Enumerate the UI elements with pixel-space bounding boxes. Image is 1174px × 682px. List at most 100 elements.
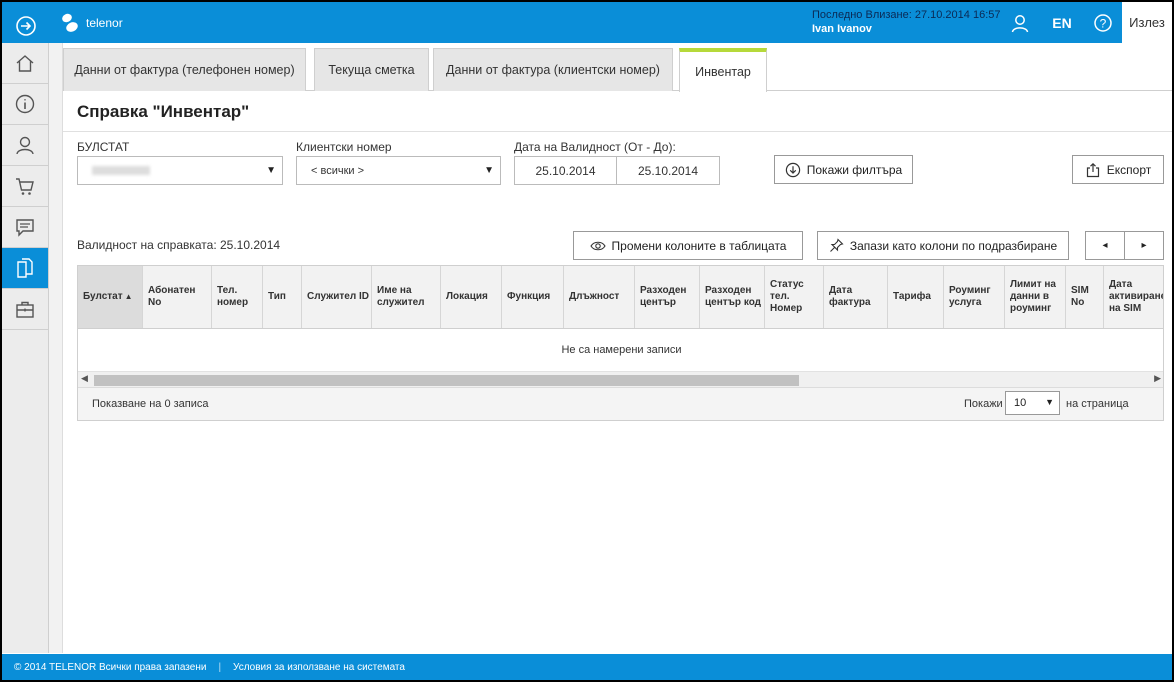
documents-icon <box>17 258 33 278</box>
empty-table-message: Не са намерени записи <box>561 344 682 356</box>
column-header[interactable]: Тарифа <box>888 266 944 328</box>
terms-link[interactable]: Условия за използване на системата <box>233 662 405 673</box>
sidebar-item-users[interactable] <box>2 125 48 166</box>
export-label: Експорт <box>1106 162 1152 177</box>
language-button[interactable]: EN <box>1042 2 1082 43</box>
user-name[interactable]: Ivan Ivanov <box>812 22 1001 36</box>
collapse-menu-button[interactable] <box>8 8 44 44</box>
column-header[interactable]: Абонатен No <box>143 266 212 328</box>
show-filter-label: Покажи филтъра <box>806 162 903 177</box>
tab-invoice-phone[interactable]: Данни от фактура (телефонен номер) <box>63 48 306 91</box>
pin-icon <box>829 238 844 252</box>
logout-button[interactable]: Излез <box>1122 2 1172 43</box>
column-header[interactable]: Разходен център код <box>700 266 765 328</box>
app-window: telenor Последно Влизане: 27.10.2014 16:… <box>2 2 1172 680</box>
chevron-down-icon: ▼ <box>1045 397 1054 407</box>
telenor-logo: telenor <box>60 12 123 34</box>
table-footer: Показване на 0 записа Покажи 10 ▼ на стр… <box>78 387 1163 420</box>
last-login: Последно Влизане: 27.10.2014 16:57 <box>812 9 1001 21</box>
tab-bar: Данни от фактура (телефонен номер) Текущ… <box>63 48 1172 92</box>
column-header[interactable]: Роуминг услуга <box>944 266 1005 328</box>
horizontal-scrollbar[interactable]: ◀ ▶ <box>78 371 1163 387</box>
help-icon: ? <box>1094 13 1112 32</box>
show-label: Покажи <box>964 398 1003 410</box>
column-header[interactable]: Дата активиране на SIM <box>1104 266 1163 328</box>
column-header[interactable]: Лимит на данни в роуминг <box>1005 266 1066 328</box>
tab-invoice-client[interactable]: Данни от фактура (клиентски номер) <box>433 48 673 91</box>
date-to-field[interactable]: 25.10.2014 <box>616 156 720 185</box>
help-button[interactable]: ? <box>1084 2 1122 43</box>
info-icon <box>15 94 35 114</box>
change-columns-button[interactable]: Промени колоните в таблицата <box>573 231 803 260</box>
divider <box>63 131 1172 132</box>
validity-date-label: Дата на Валидност (От - До): <box>514 140 676 154</box>
cart-icon <box>16 178 34 195</box>
client-number-select[interactable]: < всички > ▼ <box>296 156 501 185</box>
copyright: © 2014 TELENOR Всички права запазени <box>14 661 207 673</box>
column-header[interactable]: Разходен център <box>635 266 700 328</box>
bulstat-select[interactable]: ▼ <box>77 156 283 185</box>
page-size-value: 10 <box>1014 397 1027 409</box>
profile-button[interactable] <box>1001 2 1039 43</box>
redacted-value <box>92 166 150 175</box>
column-header[interactable]: Тип <box>263 266 302 328</box>
home-icon <box>16 55 34 72</box>
sidebar-item-shop[interactable] <box>2 166 48 207</box>
telenor-propeller-icon <box>62 13 78 32</box>
column-header[interactable]: Длъжност <box>564 266 635 328</box>
show-filter-button[interactable]: Покажи филтъра <box>774 155 913 184</box>
save-default-columns-label: Запази като колони по подразбиране <box>849 238 1058 253</box>
briefcase-icon <box>16 301 34 318</box>
column-header-bulstat[interactable]: Булстат ▲ <box>78 266 143 328</box>
client-number-value: < всички > <box>311 164 365 177</box>
user-icon <box>1011 14 1029 32</box>
sidebar-item-business[interactable] <box>2 289 48 330</box>
share-icon <box>1086 162 1099 177</box>
scroll-right-button[interactable]: ▸ <box>1124 231 1164 260</box>
scroll-left-arrow-icon[interactable]: ◀ <box>81 373 88 384</box>
tab-current-account[interactable]: Текуща сметка <box>314 48 429 91</box>
column-header[interactable]: Дата фактура <box>824 266 888 328</box>
save-default-columns-button[interactable]: Запази като колони по подразбиране <box>817 231 1069 260</box>
per-page-label: на страница <box>1066 398 1129 410</box>
sidebar-item-home[interactable] <box>2 43 48 84</box>
scrollbar-thumb[interactable] <box>94 375 799 386</box>
footer-divider: | <box>218 661 222 673</box>
login-info: Последно Влизане: 27.10.2014 16:57 Ivan … <box>812 8 1001 36</box>
inventory-table: Булстат ▲ Абонатен No Тел. номер Тип Слу… <box>77 265 1164 421</box>
brand-name: telenor <box>86 16 123 30</box>
change-columns-label: Промени колоните в таблицата <box>611 238 787 253</box>
chat-icon <box>16 219 34 237</box>
column-header[interactable]: SIM No <box>1066 266 1104 328</box>
scroll-right-arrow-icon[interactable]: ▶ <box>1154 373 1161 384</box>
column-header[interactable]: Локация <box>441 266 502 328</box>
sort-icon: ▲ <box>124 292 133 301</box>
records-count: Показване на 0 записа <box>92 398 209 410</box>
svg-text:?: ? <box>1100 16 1107 30</box>
export-button[interactable]: Експорт <box>1072 155 1164 184</box>
arrow-down-circle-icon <box>785 162 800 177</box>
sidebar-item-messages[interactable] <box>2 207 48 248</box>
bulstat-label: БУЛСТАТ <box>77 140 130 154</box>
date-from-field[interactable]: 25.10.2014 <box>514 156 617 185</box>
column-header-label: Булстат <box>83 291 123 302</box>
footer: © 2014 TELENOR Всички права запазени | У… <box>2 654 1172 680</box>
user-icon <box>16 136 34 155</box>
eye-icon <box>589 241 606 250</box>
scroll-left-button[interactable]: ◂ <box>1085 231 1125 260</box>
main-content: Данни от фактура (телефонен номер) Текущ… <box>63 43 1172 653</box>
sidebar-item-info[interactable] <box>2 84 48 125</box>
column-header[interactable]: Име на служител <box>372 266 441 328</box>
sidebar-gutter <box>49 43 63 653</box>
top-bar: telenor Последно Влизане: 27.10.2014 16:… <box>2 2 1172 43</box>
sidebar-item-reports[interactable] <box>2 248 48 289</box>
tab-inventory[interactable]: Инвентар <box>679 48 767 92</box>
page-size-select[interactable]: 10 ▼ <box>1005 391 1060 415</box>
page-title: Справка "Инвентар" <box>77 102 250 121</box>
column-header[interactable]: Функция <box>502 266 564 328</box>
table-header: Булстат ▲ Абонатен No Тел. номер Тип Слу… <box>78 266 1163 329</box>
column-header[interactable]: Служител ID <box>302 266 372 328</box>
column-header[interactable]: Тел. номер <box>212 266 263 328</box>
column-header[interactable]: Статус тел. Номер <box>765 266 824 328</box>
chevron-down-icon: ▼ <box>484 165 494 176</box>
